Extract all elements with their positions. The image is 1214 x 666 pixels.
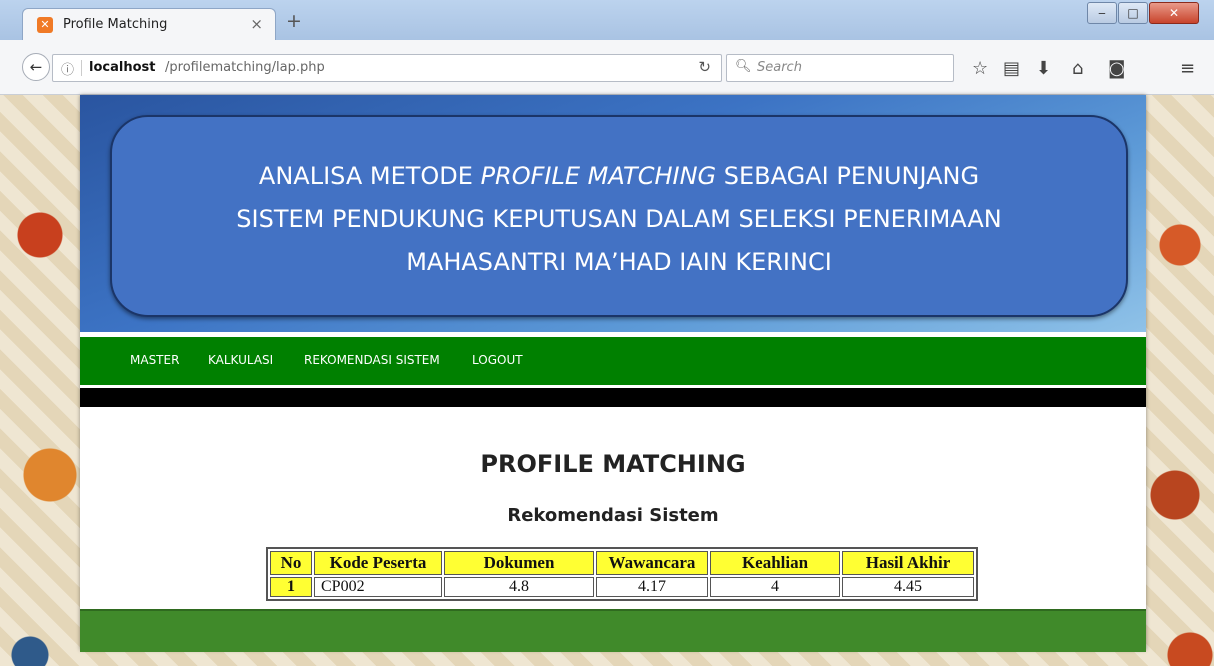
table-row: 1 CP002 4.8 4.17 4 4.45 (270, 577, 974, 597)
banner-line-2: SISTEM PENDUKUNG KEPUTUSAN DALAM SELEKSI… (236, 205, 1002, 233)
back-arrow-icon[interactable]: ← (22, 53, 50, 81)
page-title: PROFILE MATCHING (480, 450, 746, 478)
page-footer (80, 609, 1146, 652)
header-kode-peserta: Kode Peserta (314, 551, 442, 575)
info-icon[interactable]: ⓘ (61, 59, 74, 78)
header-hasil-akhir: Hasil Akhir (842, 551, 974, 575)
reload-icon[interactable]: ↻ (698, 58, 711, 76)
browser-titlebar: ✕ Profile Matching × + ‒ □ ✕ (0, 0, 1214, 41)
search-input[interactable]: 🔍︎ Search (726, 54, 954, 82)
menu-item-kalkulasi[interactable]: KALKULASI (208, 353, 273, 367)
results-table: No Kode Peserta Dokumen Wawancara Keahli… (266, 547, 978, 601)
header-dokumen: Dokumen (444, 551, 594, 575)
banner-line-3: MAHASANTRI MA’HAD IAIN KERINCI (406, 248, 832, 276)
xampp-favicon-icon: ✕ (37, 17, 53, 33)
cell-wawancara: 4.17 (596, 577, 708, 597)
banner-title: ANALISA METODE PROFILE MATCHING SEBAGAI … (112, 155, 1126, 284)
url-divider (81, 60, 82, 76)
download-arrow-icon[interactable]: ⬇ (1036, 58, 1051, 79)
header-no: No (270, 551, 312, 575)
url-host: localhost (89, 60, 156, 75)
search-icon: 🔍︎ (735, 59, 752, 74)
hamburger-menu-icon[interactable]: ≡ (1180, 58, 1195, 79)
reading-list-icon[interactable]: ▤ (1003, 58, 1020, 79)
window-close-button[interactable]: ✕ (1149, 2, 1199, 24)
home-icon[interactable]: ⌂ (1072, 58, 1083, 79)
cell-hasil-akhir: 4.45 (842, 577, 974, 597)
bookmark-star-icon[interactable]: ☆ (972, 58, 988, 79)
address-bar[interactable]: ⓘ localhost /profilematching/lap.php ↻ (52, 54, 722, 82)
header-banner: ANALISA METODE PROFILE MATCHING SEBAGAI … (80, 95, 1146, 332)
page-container: ANALISA METODE PROFILE MATCHING SEBAGAI … (80, 95, 1146, 652)
search-placeholder: Search (757, 60, 802, 75)
banner-panel: ANALISA METODE PROFILE MATCHING SEBAGAI … (110, 115, 1128, 317)
window-minimize-button[interactable]: ‒ (1087, 2, 1117, 24)
menu-item-logout[interactable]: LOGOUT (472, 353, 523, 367)
header-keahlian: Keahlian (710, 551, 840, 575)
cell-dokumen: 4.8 (444, 577, 594, 597)
cell-keahlian: 4 (710, 577, 840, 597)
table-header-row: No Kode Peserta Dokumen Wawancara Keahli… (270, 551, 974, 575)
tab-title: Profile Matching (63, 17, 168, 32)
main-menu: MASTER KALKULASI REKOMENDASI SISTEM LOGO… (80, 337, 1146, 385)
window-maximize-button[interactable]: □ (1118, 2, 1148, 24)
menu-item-rekomendasi-sistem[interactable]: REKOMENDASI SISTEM (304, 353, 440, 367)
tab-close-icon[interactable]: × (250, 15, 263, 33)
pocket-icon[interactable]: ◙ (1108, 58, 1125, 79)
menu-divider-bar (80, 388, 1146, 407)
header-wawancara: Wawancara (596, 551, 708, 575)
browser-tab[interactable]: ✕ Profile Matching × (22, 8, 276, 41)
page-subtitle: Rekomendasi Sistem (507, 505, 719, 526)
new-tab-button[interactable]: + (286, 10, 302, 32)
url-path: /profilematching/lap.php (165, 60, 325, 75)
menu-item-master[interactable]: MASTER (130, 353, 179, 367)
cell-no: 1 (270, 577, 312, 597)
banner-line-1: ANALISA METODE PROFILE MATCHING SEBAGAI … (258, 162, 980, 190)
cell-kode-peserta: CP002 (314, 577, 442, 597)
browser-toolbar: ← ⓘ localhost /profilematching/lap.php ↻… (0, 40, 1214, 95)
